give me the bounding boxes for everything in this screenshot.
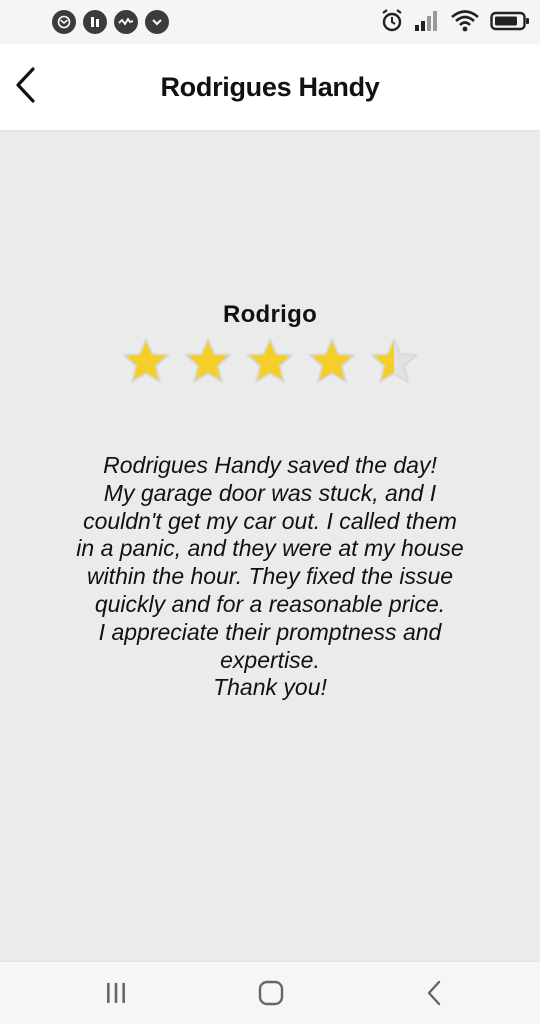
review-line: Rodrigues Handy saved the day! [103,452,437,478]
review-content: Rodrigo Rodrigues Handy saved the day! My… [0,131,540,961]
screen: Rodrigues Handy Rodrigo Rodrigues Handy … [0,0,540,1024]
star-icon [122,338,170,383]
status-left-icons [52,10,169,34]
review-line: I appreciate their promptness and [98,618,442,645]
star-icon [246,338,294,383]
reviewer-name: Rodrigo [222,301,318,328]
app-icon [83,10,107,34]
review-line: in a panic, and they were at my house [76,535,464,562]
back-nav-button[interactable] [414,980,454,1010]
star-icon [370,338,418,383]
navigation-bar [0,961,540,1024]
notification-icon [52,10,76,34]
page-title: Rodrigues Handy [160,72,380,102]
back-icon [426,980,442,1011]
review-line: Thank you! [213,674,327,701]
wifi-icon [450,9,480,38]
app-bar: Rodrigues Handy [0,44,540,131]
home-button[interactable] [251,980,291,1010]
alarm-icon [380,8,404,39]
signal-icon [414,10,440,37]
review-line: My garage door was stuck, and I [103,479,437,506]
star-icon [308,338,356,383]
review-text: Rodrigues Handy saved the day! My garage … [0,452,540,702]
download-icon [145,10,169,34]
review-line: within the hour. They fixed the issue [86,563,454,590]
star-rating [0,336,540,386]
star-icon [184,338,232,383]
review-line: couldn't get my car out. I called them [83,507,457,534]
status-bar [0,0,540,44]
recent-apps-icon [105,981,127,1010]
review-line: quickly and for a reasonable price. [94,590,446,617]
review-line: expertise. [220,646,320,673]
battery-icon [490,10,530,37]
recent-apps-button[interactable] [96,980,136,1010]
activity-icon [114,10,138,34]
home-icon [258,980,284,1011]
status-right-icons [380,8,530,39]
